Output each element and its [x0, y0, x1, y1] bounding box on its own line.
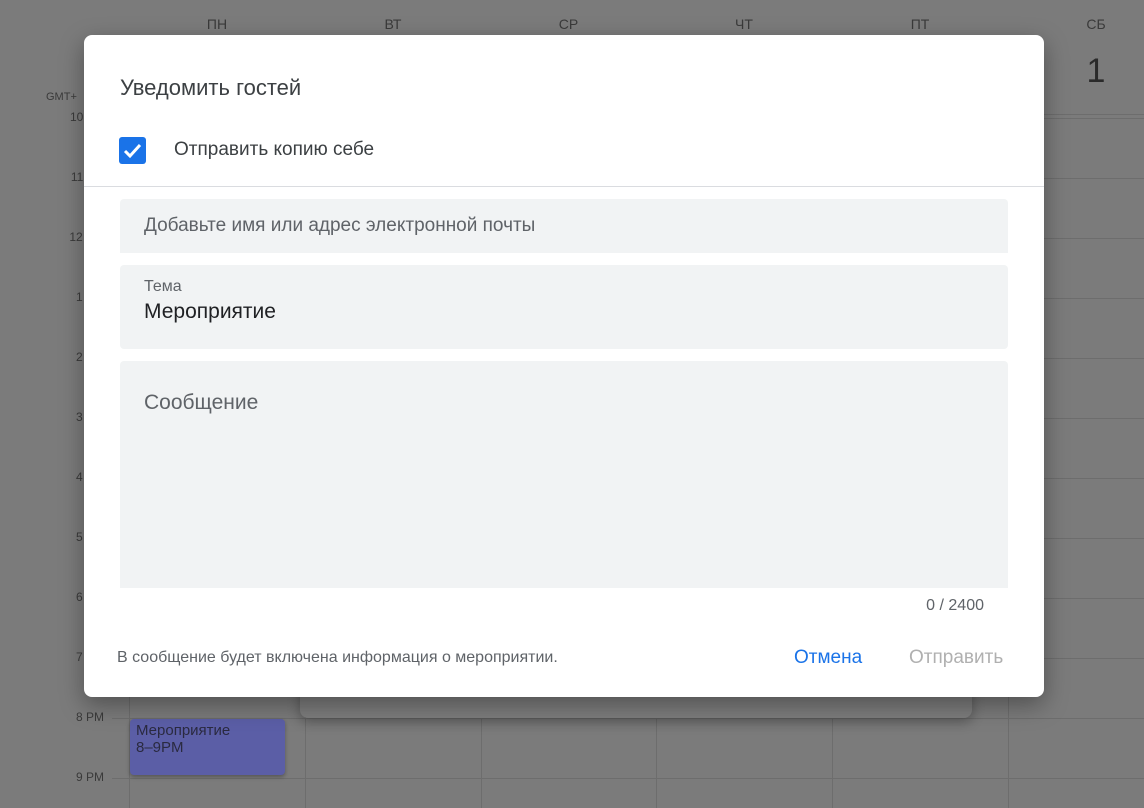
event-time: 8–9PM [136, 739, 184, 756]
notify-guests-dialog: Уведомить гостей Отправить копию себе До… [84, 35, 1044, 697]
subject-label: Тема [144, 278, 182, 295]
subject-value: Мероприятие [144, 300, 276, 323]
hour-label: 8 PM [75, 710, 104, 724]
day-header-tue[interactable]: ВТ [305, 16, 481, 32]
send-copy-label[interactable]: Отправить копию себе [174, 139, 374, 161]
cancel-button[interactable]: Отмена [794, 647, 862, 669]
event-title: Мероприятие [136, 722, 231, 739]
day-header-thu[interactable]: ЧТ [656, 16, 832, 32]
info-text: В сообщение будет включена информация о … [117, 649, 558, 666]
day-header-wed[interactable]: СР [481, 16, 656, 32]
hour-label: 9 PM [75, 770, 104, 784]
recipients-placeholder: Добавьте имя или адрес электронной почты [144, 215, 536, 236]
message-placeholder: Сообщение [144, 391, 259, 414]
calendar-event[interactable]: Мероприятие 8–9PM [130, 719, 285, 775]
divider [84, 186, 1044, 187]
message-textarea[interactable]: Сообщение [120, 361, 1008, 588]
day-header-sat[interactable]: СБ [1008, 16, 1144, 32]
character-counter: 0 / 2400 [926, 597, 984, 614]
day-header-mon[interactable]: ПН [129, 16, 305, 32]
dialog-title: Уведомить гостей [120, 75, 302, 100]
day-header-fri[interactable]: ПТ [832, 16, 1008, 32]
subject-field[interactable]: Тема Мероприятие [120, 265, 1008, 349]
send-copy-checkbox[interactable] [119, 137, 146, 164]
send-button[interactable]: Отправить [909, 647, 1003, 669]
hour-gridline [112, 778, 1144, 779]
check-icon [123, 143, 142, 159]
timezone-label: GMT+ [46, 91, 77, 103]
recipients-input[interactable]: Добавьте имя или адрес электронной почты [120, 199, 1008, 253]
